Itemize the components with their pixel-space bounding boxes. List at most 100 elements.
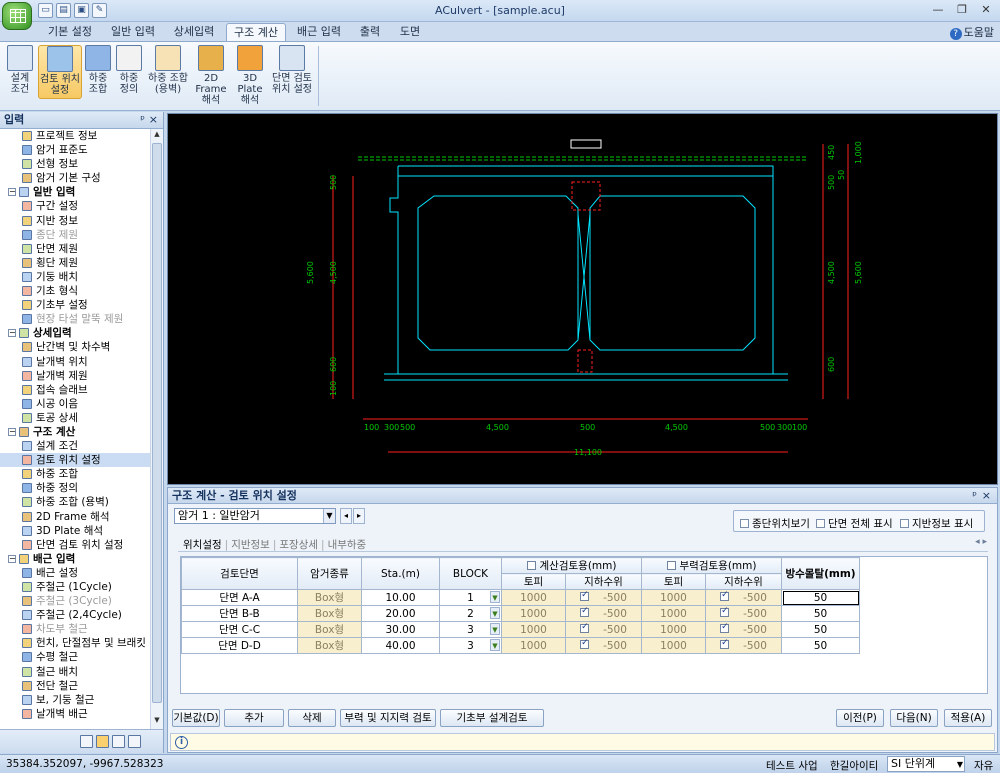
tree-item[interactable]: 전단 철근 [0, 679, 150, 693]
scroll-down-icon[interactable]: ▼ [152, 716, 162, 728]
close-button[interactable]: ✕ [978, 3, 994, 17]
next-culvert-button[interactable]: ▸ [353, 508, 365, 524]
tree-view-icon[interactable] [96, 735, 109, 748]
cell-waterproof[interactable]: 50 [781, 621, 860, 638]
chevron-down-icon[interactable]: ▼ [490, 639, 500, 651]
sub-tab[interactable]: 내부하중 [325, 537, 370, 552]
action-button[interactable]: 기초부 설계검토 [440, 709, 544, 727]
cell-calc-gwl[interactable]: -500 [565, 637, 642, 654]
cell-waterproof[interactable]: 50 [781, 605, 860, 622]
close-panel-icon[interactable]: × [149, 112, 158, 128]
tree-item[interactable]: 하중 조합 (용벽) [0, 495, 150, 509]
sub-tab[interactable]: 포장상세 [276, 537, 321, 552]
chevron-down-icon[interactable]: ▼ [323, 509, 335, 523]
option-full-section[interactable]: 단면 전체 표시 [816, 516, 893, 531]
tree-item[interactable]: 보, 기둥 철근 [0, 693, 150, 707]
tree-item[interactable]: 주철근 (2,4Cycle) [0, 608, 150, 622]
tree-item[interactable]: 검토 위치 설정 [0, 453, 150, 468]
tree-item[interactable]: 헌치, 단절점부 및 브래킷 [0, 636, 150, 650]
collapse-icon[interactable]: − [8, 188, 16, 197]
prev-culvert-button[interactable]: ◂ [340, 508, 352, 524]
ribbon-button[interactable]: 설계 조건 [4, 45, 36, 99]
cell-block[interactable]: 3 ▼ [439, 621, 502, 638]
tree-group[interactable]: − 일반 입력 [0, 185, 150, 199]
minimize-button[interactable]: — [930, 3, 946, 17]
checkbox[interactable] [720, 622, 730, 633]
chevron-down-icon[interactable]: ▼ [490, 607, 500, 619]
cell-section[interactable]: 단면 A-A [181, 589, 298, 606]
ribbon-tab[interactable]: 구조 계산 [226, 23, 286, 41]
tree-item[interactable]: 횡단 제원 [0, 256, 150, 270]
cell-section[interactable]: 단면 C-C [181, 621, 298, 638]
tree-item[interactable]: 단면 제원 [0, 242, 150, 256]
tree-item[interactable]: 하중 정의 [0, 481, 150, 495]
cell-buoy-gwl[interactable]: -500 [705, 637, 782, 654]
scrollbar-thumb[interactable] [152, 143, 162, 703]
tree-item[interactable]: 시공 이음 [0, 397, 150, 411]
checkbox[interactable] [580, 606, 590, 617]
tree-item[interactable]: 지반 정보 [0, 214, 150, 228]
tree-item[interactable]: 프로젝트 정보 [0, 129, 150, 143]
pin-icon[interactable]: ᵖ [972, 488, 977, 503]
tree-item[interactable]: 현장 타설 말뚝 제원 [0, 312, 150, 326]
tree-item[interactable]: 차도부 철근 [0, 622, 150, 636]
nav-button[interactable]: 이전(P) [836, 709, 884, 727]
checkbox[interactable] [720, 606, 730, 617]
ribbon-button[interactable]: 검토 위치 설정 [38, 45, 82, 99]
tree-item[interactable]: 기초부 설정 [0, 298, 150, 312]
option-longitudinal-view[interactable]: 종단위치보기 [740, 516, 810, 531]
cell-sta[interactable]: 10.00 [361, 589, 440, 606]
cell-section[interactable]: 단면 D-D [181, 637, 298, 654]
cell-block[interactable]: 2 ▼ [439, 605, 502, 622]
cell-waterproof[interactable]: 50 [781, 637, 860, 654]
help-link[interactable]: ? 도움말 [949, 24, 994, 40]
checkbox[interactable] [720, 638, 730, 649]
ribbon-tab[interactable]: 출력 [352, 23, 388, 41]
tree-item[interactable]: 2D Frame 해석 [0, 510, 150, 524]
checkbox[interactable] [526, 561, 536, 570]
tree-group[interactable]: − 구조 계산 [0, 425, 150, 439]
tree-scrollbar[interactable]: ▲ ▼ [150, 129, 163, 729]
unit-system-select[interactable]: SI 단위계 ▼ [887, 756, 965, 772]
action-button[interactable]: 추가 [224, 709, 284, 727]
chevron-down-icon[interactable]: ▼ [490, 591, 500, 603]
nav-button[interactable]: 적용(A) [944, 709, 992, 727]
drawing-canvas[interactable]: 500 4,500 600 100 5,600 450 500 50 1,000… [167, 113, 998, 485]
tree-item[interactable]: 토공 상세 [0, 411, 150, 425]
nav-button[interactable]: 다음(N) [890, 709, 938, 727]
pin-icon[interactable]: ᵖ [140, 112, 145, 128]
checkbox[interactable] [740, 519, 749, 528]
restore-button[interactable]: ❐ [954, 3, 970, 17]
tree-item[interactable]: 주철근 (1Cycle) [0, 580, 150, 594]
tree-item[interactable]: 선형 정보 [0, 157, 150, 171]
tree-item[interactable]: 수평 철근 [0, 650, 150, 664]
scroll-up-icon[interactable]: ▲ [152, 130, 162, 142]
application-menu-button[interactable] [2, 2, 32, 30]
cell-sta[interactable]: 40.00 [361, 637, 440, 654]
cell-block[interactable]: 3 ▼ [439, 637, 502, 654]
ribbon-tab[interactable]: 일반 입력 [104, 23, 162, 41]
ribbon-button[interactable]: 하중 조합 (용벽) [146, 45, 190, 99]
tree-item[interactable]: 난간벽 및 차수벽 [0, 340, 150, 354]
tree-item[interactable]: 철근 배치 [0, 665, 150, 679]
checkbox[interactable] [580, 638, 590, 649]
tree-item[interactable]: 단면 검토 위치 설정 [0, 538, 150, 552]
ribbon-button[interactable]: 2D Frame 해석 [192, 45, 230, 106]
culvert-select[interactable]: 암거 1 : 일반암거 ▼ [174, 508, 336, 524]
checkbox[interactable] [900, 519, 909, 528]
cell-sta[interactable]: 20.00 [361, 605, 440, 622]
action-button[interactable]: 기본값(D) [172, 709, 220, 727]
cell-buoy-gwl[interactable]: -500 [705, 621, 782, 638]
checkbox[interactable] [580, 590, 590, 601]
tree-item[interactable]: 배근 설정 [0, 566, 150, 580]
tree-item[interactable]: 설계 조건 [0, 439, 150, 453]
cell-calc-gwl[interactable]: -500 [565, 605, 642, 622]
ribbon-tab[interactable]: 상세입력 [166, 23, 222, 41]
tree-item[interactable]: 3D Plate 해석 [0, 524, 150, 538]
tree-item[interactable]: 접속 슬래브 [0, 383, 150, 397]
action-button[interactable]: 삭제 [288, 709, 336, 727]
tree-item[interactable]: 기둥 배치 [0, 270, 150, 284]
tree-item[interactable]: 날개벽 위치 [0, 355, 150, 369]
ribbon-tab[interactable]: 도면 [392, 23, 428, 41]
close-panel-icon[interactable]: × [982, 488, 991, 503]
